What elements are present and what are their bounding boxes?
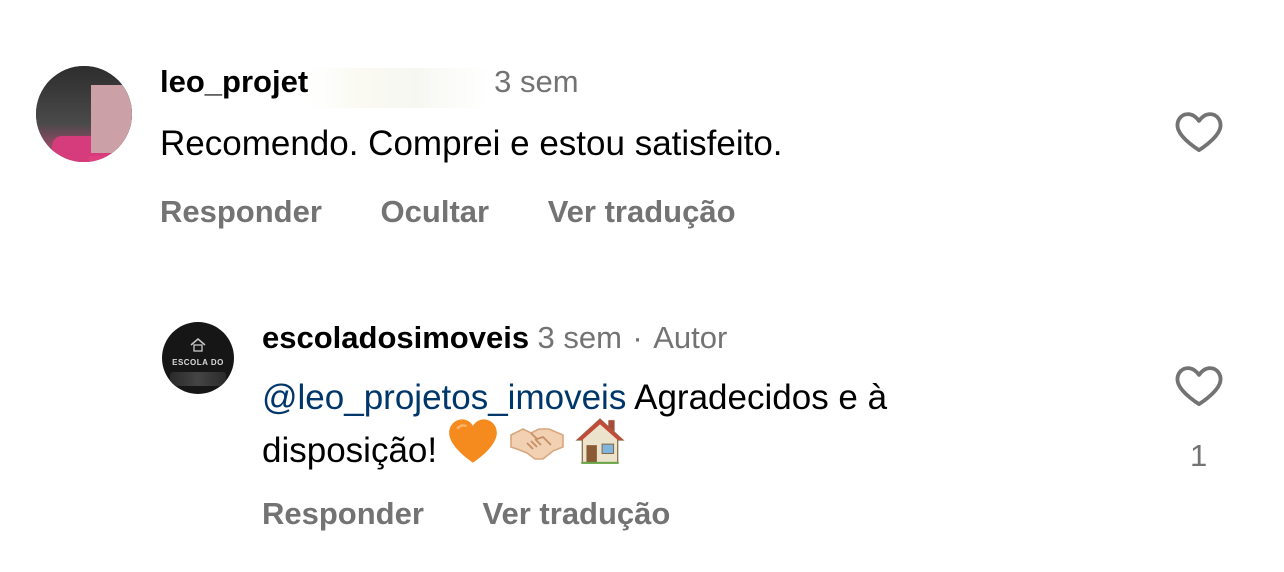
house-icon: [574, 416, 626, 481]
orange-heart-icon: [447, 417, 499, 480]
reply-text: @leo_projetos_imoveis Agradecidos e à di…: [262, 372, 1112, 481]
reply-text-line1: Agradecidos e à: [626, 378, 888, 417]
translate-button[interactable]: Ver tradução: [483, 496, 671, 532]
time-label: 3 sem: [537, 320, 622, 355]
like-button[interactable]: [1172, 104, 1226, 158]
comment-actions: Responder Ocultar Ver tradução: [160, 194, 736, 230]
username[interactable]: leo_projet: [160, 64, 308, 99]
reply-button[interactable]: Responder: [160, 194, 322, 230]
logo-house-icon: [190, 338, 206, 352]
comment-text: Recomendo. Comprei e estou satisfeito.: [160, 124, 783, 163]
mention-link[interactable]: @leo_projetos_imoveis: [262, 378, 626, 417]
username[interactable]: escoladosimoveis: [262, 320, 529, 355]
reply-actions: Responder Ver tradução: [262, 496, 670, 532]
time-label: 3 sem: [494, 64, 579, 99]
logo-text: ESCOLA DO: [172, 358, 224, 367]
reply-button[interactable]: Responder: [262, 496, 424, 532]
redacted-area: [308, 67, 489, 108]
like-count: 1: [1190, 438, 1208, 473]
hide-button[interactable]: Ocultar: [381, 194, 490, 230]
heart-icon: [1175, 366, 1223, 407]
heart-icon: [1175, 112, 1223, 153]
like-button[interactable]: [1172, 358, 1226, 412]
translate-button[interactable]: Ver tradução: [548, 194, 736, 230]
reply-text-line2: disposição!: [262, 430, 447, 470]
author-badge: Autor: [653, 320, 728, 355]
avatar[interactable]: [36, 66, 132, 162]
avatar[interactable]: ESCOLA DO: [162, 322, 234, 394]
handshake-icon: [509, 417, 565, 480]
separator: ·: [632, 320, 643, 355]
blur-mask: [91, 85, 132, 153]
